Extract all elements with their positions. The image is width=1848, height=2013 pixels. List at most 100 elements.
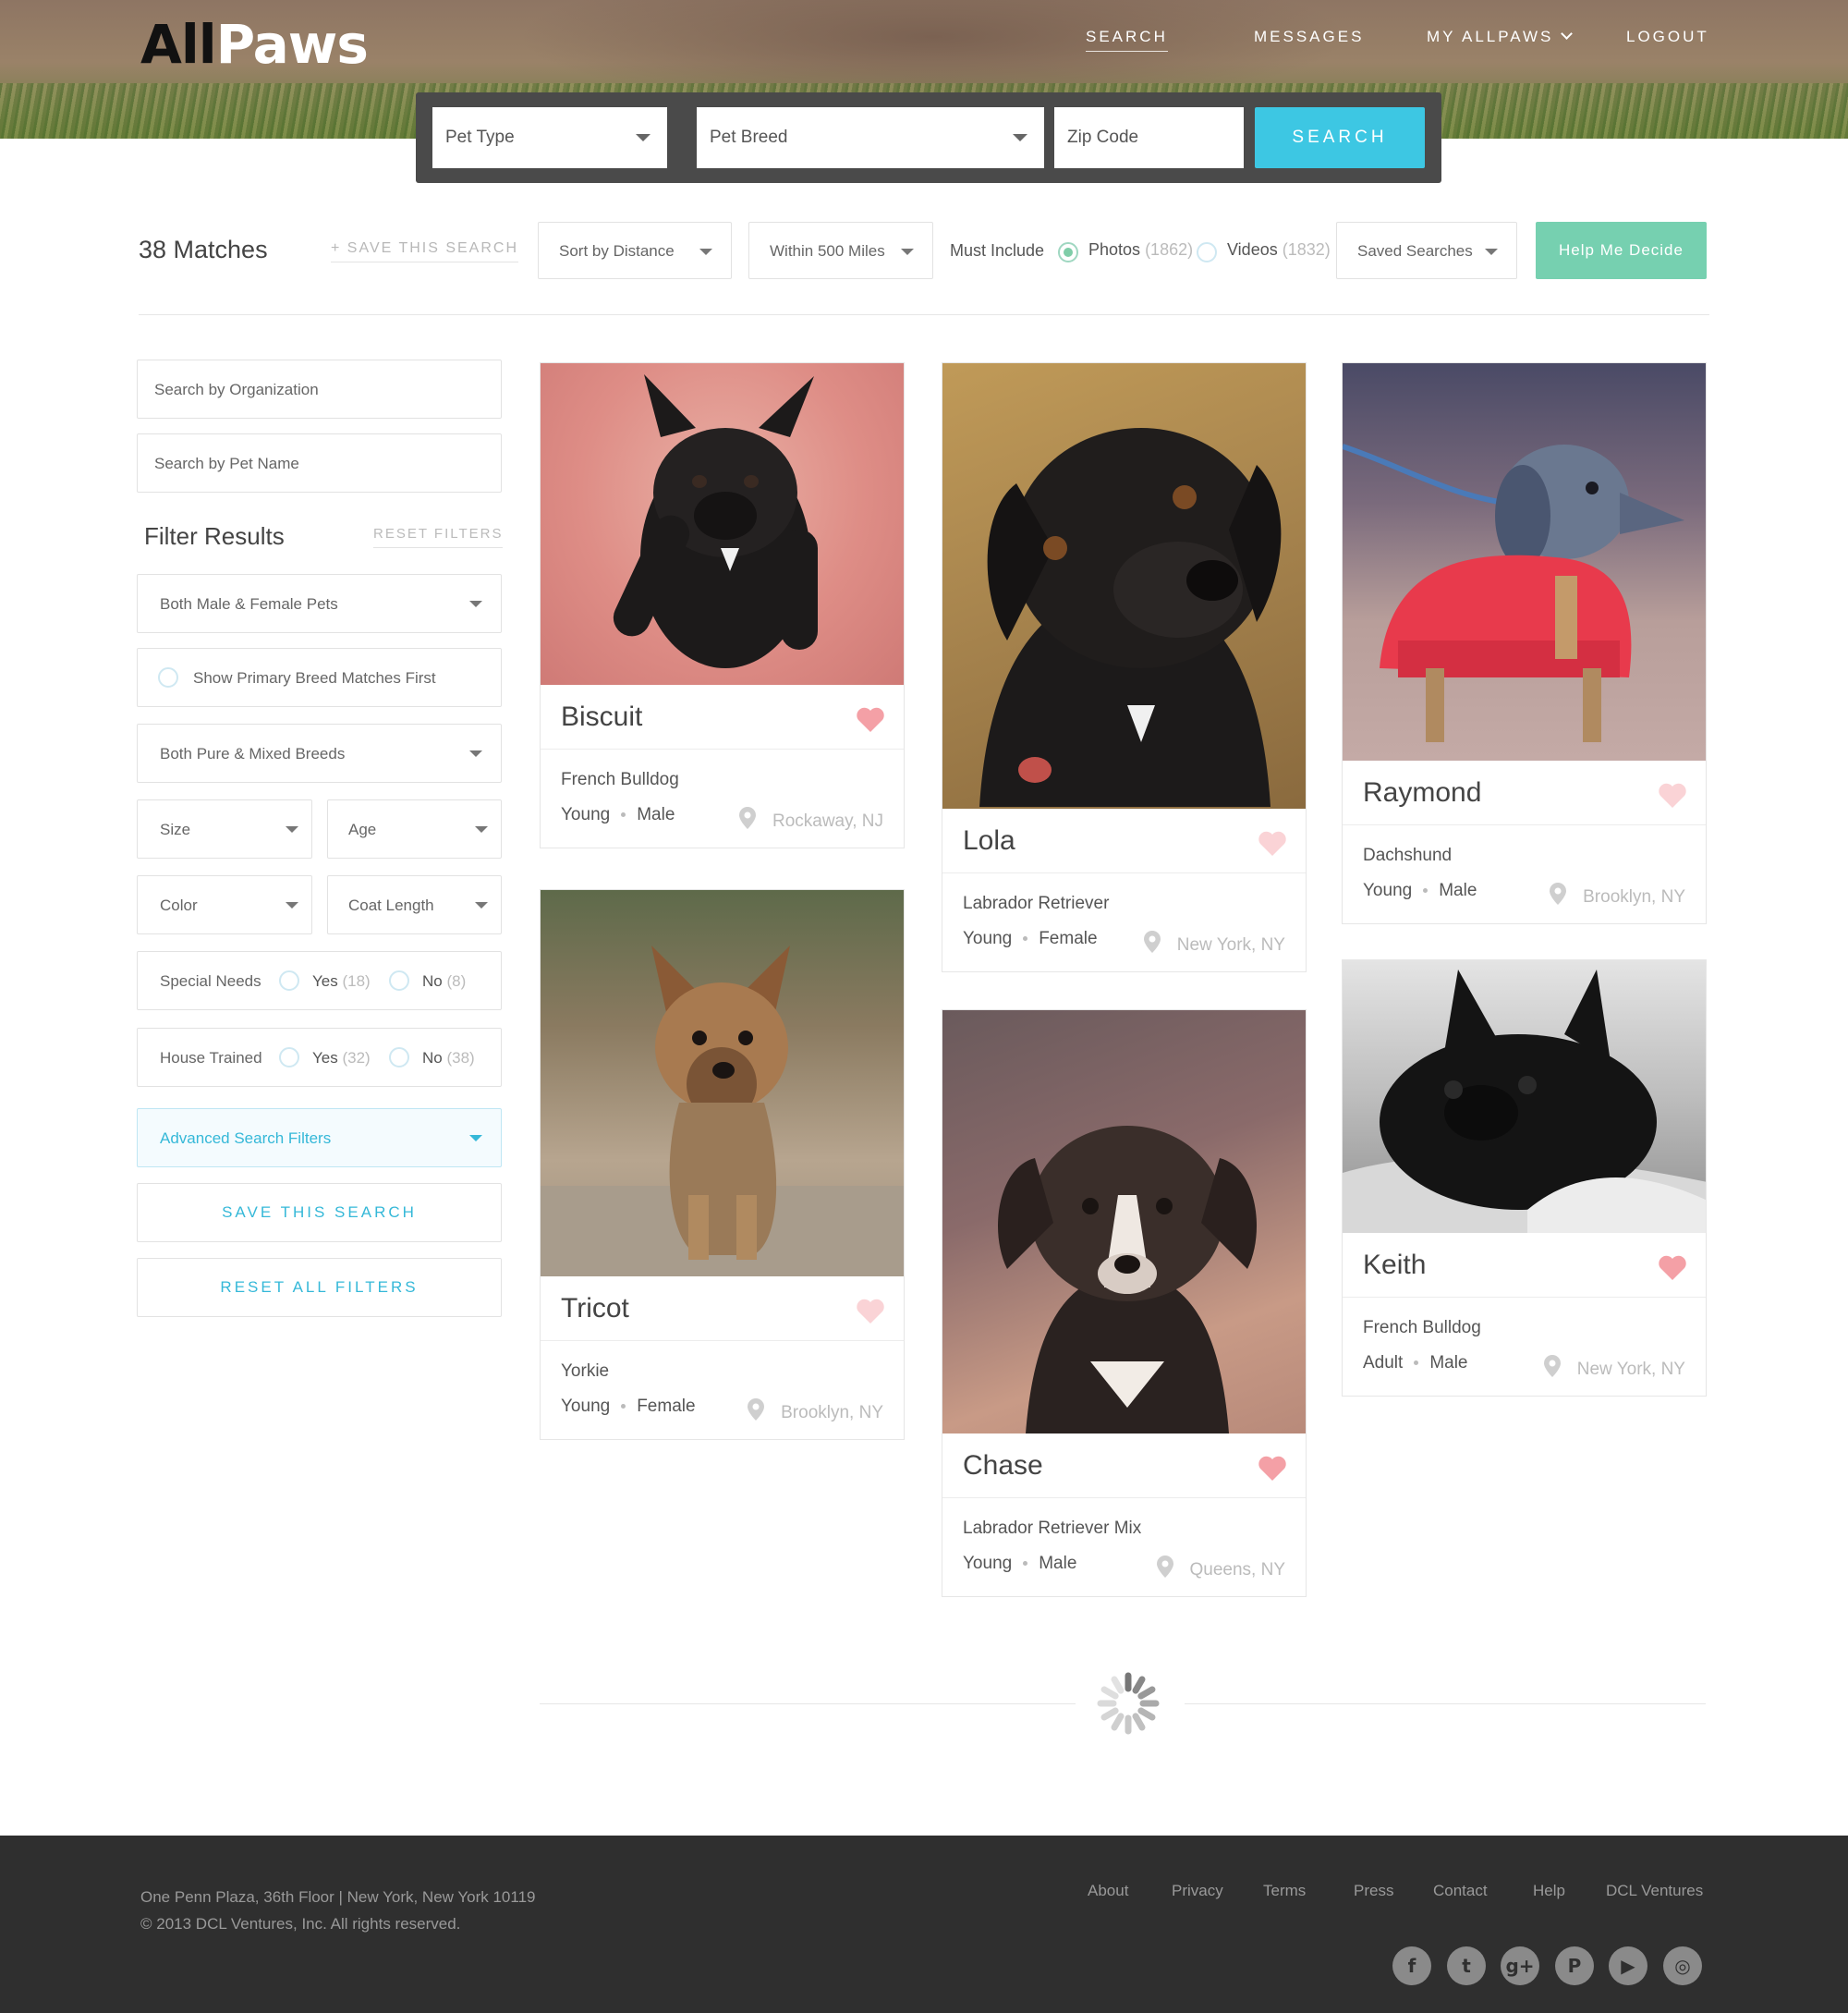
pet-name[interactable]: Lola [963,825,1015,856]
pet-card[interactable]: Keith French Bulldog Adult Male New York,… [1342,959,1707,1397]
must-include-label: Must Include [950,241,1045,260]
pet-name[interactable]: Keith [1363,1250,1426,1280]
videos-radio[interactable] [1197,242,1217,262]
footer-link-terms[interactable]: Terms [1263,1882,1306,1900]
pet-name[interactable]: Tricot [561,1293,629,1324]
footer-link-about[interactable]: About [1088,1882,1128,1900]
house-trained-no-option[interactable]: No (38) [422,1049,475,1068]
pet-breed-label: Pet Breed [710,128,788,147]
yes-label: Yes [312,1049,338,1067]
instagram-icon[interactable]: ◎ [1663,1946,1702,1985]
footer-link-dcl-ventures[interactable]: DCL Ventures [1606,1882,1703,1900]
special-needs-yes-radio[interactable] [279,970,299,991]
primary-breed-radio[interactable] [158,667,178,688]
twitter-icon[interactable]: t [1447,1946,1486,1985]
heart-icon[interactable] [856,1299,885,1324]
heart-icon[interactable] [856,707,885,733]
house-trained-no-radio[interactable] [389,1047,409,1068]
color-label: Color [160,897,198,914]
pet-name[interactable]: Biscuit [561,702,642,732]
color-select[interactable]: Color [137,875,312,934]
footer-copyright: © 2013 DCL Ventures, Inc. All rights res… [140,1915,461,1933]
footer-link-help[interactable]: Help [1533,1882,1565,1900]
youtube-icon[interactable]: ▶ [1609,1946,1647,1985]
nav-logout[interactable]: LOGOUT [1626,28,1709,46]
pet-photo[interactable] [942,1010,1306,1434]
house-trained-yes-radio[interactable] [279,1047,299,1068]
age-select[interactable]: Age [327,799,502,859]
nav-my-allpaws[interactable]: MY ALLPAWS [1427,28,1574,46]
search-by-pet-name-input[interactable]: Search by Pet Name [137,433,502,493]
pinterest-icon[interactable]: P [1555,1946,1594,1985]
reset-all-filters-button[interactable]: RESET ALL FILTERS [137,1258,502,1317]
nav-messages[interactable]: MESSAGES [1254,28,1364,46]
heart-icon[interactable] [1258,1456,1287,1482]
heart-icon[interactable] [1658,783,1687,809]
advanced-search-filters-select[interactable]: Advanced Search Filters [137,1108,502,1167]
heart-icon[interactable] [1658,1255,1687,1281]
pet-gender: Male [1439,881,1477,900]
pet-photo[interactable] [541,363,904,685]
pet-breed-select[interactable]: Pet Breed [697,107,1044,168]
location-pin-icon [1550,883,1567,905]
zip-code-input[interactable]: Zip Code [1054,107,1244,168]
special-needs-no-option[interactable]: No (8) [422,972,466,991]
pet-photo[interactable] [1343,960,1706,1233]
pet-type-select[interactable]: Pet Type [432,107,667,168]
allpaws-logo[interactable]: AllPaws [140,13,369,76]
footer-link-privacy[interactable]: Privacy [1172,1882,1223,1900]
pet-card[interactable]: Biscuit French Bulldog Young Male Rockawa… [540,362,905,848]
primary-breed-toggle[interactable]: Show Primary Breed Matches First [137,648,502,707]
gender-select[interactable]: Both Male & Female Pets [137,574,502,633]
help-me-decide-button[interactable]: Help Me Decide [1536,222,1707,279]
pet-location: Brooklyn, NY [748,1398,883,1423]
pet-info: Labrador Retriever Young Female New York,… [942,873,1306,971]
pet-breed: Yorkie [561,1361,610,1381]
separator-dot [1423,888,1429,893]
sort-select[interactable]: Sort by Distance [538,222,732,279]
search-button[interactable]: SEARCH [1255,107,1425,168]
pet-card[interactable]: Raymond Dachshund Young Male Brooklyn, NY [1342,362,1707,924]
location-pin-icon [1543,1355,1561,1377]
footer-link-press[interactable]: Press [1354,1882,1393,1900]
nav-my-allpaws-label: MY ALLPAWS [1427,28,1554,45]
special-needs-yes-option[interactable]: Yes (18) [312,972,371,991]
heart-icon[interactable] [1258,831,1287,857]
save-search-link[interactable]: + SAVE THIS SEARCH [331,240,519,262]
caret-down-icon [475,826,488,833]
search-by-organization-input[interactable]: Search by Organization [137,360,502,419]
pet-location: New York, NY [1143,931,1285,956]
pet-name-row: Chase [942,1434,1306,1498]
google-plus-icon[interactable]: g+ [1501,1946,1539,1985]
pet-location: Rockaway, NJ [738,807,883,832]
size-select[interactable]: Size [137,799,312,859]
pet-card[interactable]: Chase Labrador Retriever Mix Young Male Q… [942,1009,1307,1597]
logo-text-all: All [140,13,217,76]
special-needs-no-radio[interactable] [389,970,409,991]
save-this-search-button[interactable]: SAVE THIS SEARCH [137,1183,502,1242]
caret-down-icon [469,601,482,607]
pet-location-text: Queens, NY [1189,1560,1286,1580]
pet-photo[interactable] [1343,363,1706,761]
pet-name-row: Raymond [1343,761,1706,825]
reset-filters-link[interactable]: RESET FILTERS [373,526,504,548]
photos-radio[interactable] [1058,242,1078,262]
pet-photo[interactable] [541,890,904,1276]
pet-name[interactable]: Chase [963,1450,1043,1481]
saved-searches-select[interactable]: Saved Searches [1336,222,1517,279]
footer-link-contact[interactable]: Contact [1433,1882,1488,1900]
videos-option[interactable]: Videos (1832) [1227,240,1331,260]
nav-search[interactable]: SEARCH [1086,28,1168,52]
pet-name[interactable]: Raymond [1363,777,1481,808]
distance-select[interactable]: Within 500 Miles [748,222,933,279]
house-trained-yes-option[interactable]: Yes (32) [312,1049,371,1068]
photos-option[interactable]: Photos (1862) [1088,240,1193,260]
chevron-down-icon [1561,28,1574,40]
coat-length-select[interactable]: Coat Length [327,875,502,934]
pet-breed: French Bulldog [561,770,679,789]
pet-photo[interactable] [942,363,1306,809]
pet-card[interactable]: Tricot Yorkie Young Female Brooklyn, NY [540,889,905,1440]
pet-card[interactable]: Lola Labrador Retriever Young Female New … [942,362,1307,972]
facebook-icon[interactable]: f [1392,1946,1431,1985]
breed-purity-select[interactable]: Both Pure & Mixed Breeds [137,724,502,783]
